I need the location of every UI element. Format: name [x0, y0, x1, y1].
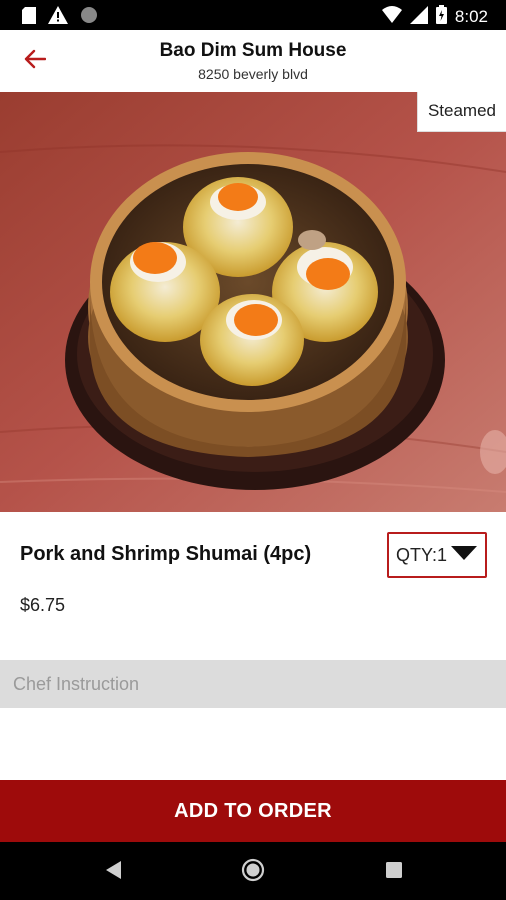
- restaurant-name: Bao Dim Sum House: [159, 40, 347, 61]
- status-bar: 8:02: [0, 0, 506, 30]
- caret-down-icon: [451, 545, 478, 566]
- restaurant-address: 8250 beverly blvd: [198, 66, 308, 82]
- nav-home-button[interactable]: [239, 858, 267, 886]
- sd-card-icon: [22, 6, 36, 29]
- nav-recents-button[interactable]: [380, 858, 408, 886]
- quantity-value: QTY:1: [396, 544, 448, 565]
- nav-back-button[interactable]: [100, 858, 128, 886]
- item-name: Pork and Shrimp Shumai (4pc): [20, 543, 312, 565]
- status-time: 8:02: [454, 7, 488, 26]
- dumpling-4: [200, 294, 304, 386]
- status-right-icons: 8:02: [381, 5, 488, 29]
- wifi-icon: [381, 5, 402, 29]
- circle-icon: [80, 6, 98, 29]
- home-circle-icon: [241, 858, 265, 887]
- category-tag: Steamed: [416, 92, 506, 132]
- item-price: $6.75: [20, 595, 66, 615]
- back-triangle-icon: [106, 860, 122, 884]
- battery-icon: [435, 5, 447, 29]
- signal-icon: [409, 5, 428, 29]
- warning-icon: [48, 6, 68, 29]
- quantity-dropdown[interactable]: QTY:1: [387, 532, 487, 578]
- system-nav-bar: [0, 842, 506, 900]
- recents-square-icon: [386, 861, 402, 883]
- status-left-icons: [22, 6, 98, 29]
- header: Bao Dim Sum House 8250 beverly blvd: [0, 30, 506, 92]
- chef-instruction-input[interactable]: [0, 660, 506, 708]
- add-to-order-button[interactable]: ADD TO ORDER: [0, 780, 506, 842]
- item-photo: [0, 92, 506, 512]
